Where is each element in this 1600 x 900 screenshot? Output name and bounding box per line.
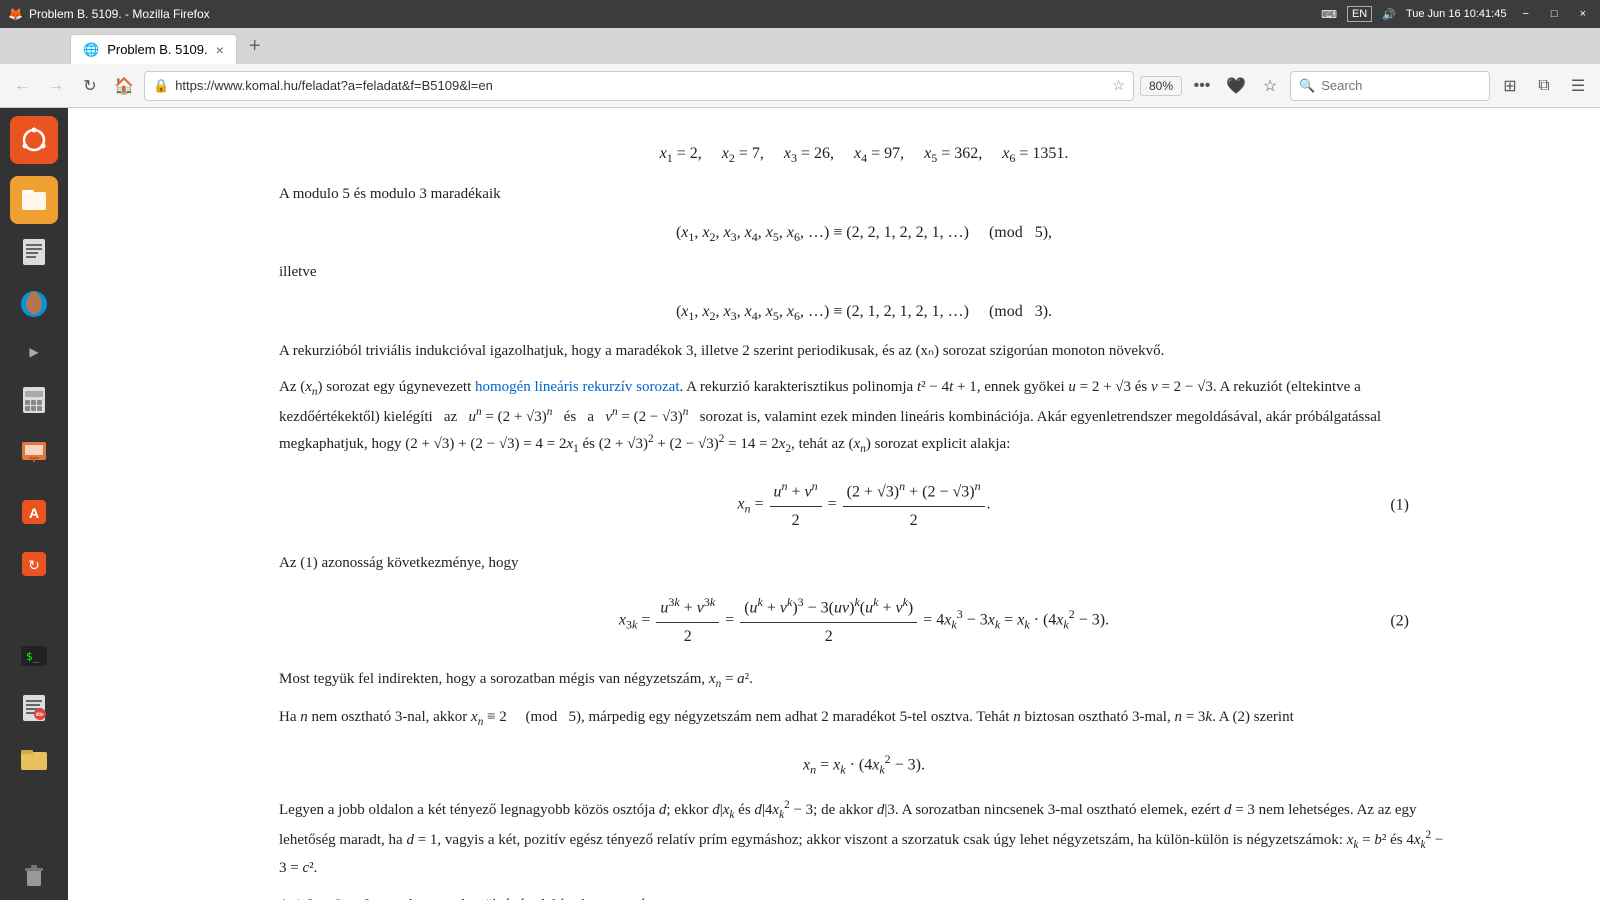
maximize-btn[interactable]: □ <box>1545 8 1564 20</box>
sidebar-view-btn[interactable]: ⊞ <box>1496 72 1524 100</box>
home-btn[interactable]: 🏠 <box>110 72 138 100</box>
bookmark-icon[interactable]: ☆ <box>1112 77 1125 94</box>
paragraph-3: A rekurzióból triviális indukcióval igaz… <box>279 338 1449 364</box>
content-inner: x1 = 2, x2 = 7, x3 = 26, x4 = 97, x5 = 3… <box>159 108 1509 900</box>
paragraph-illetve: illetve <box>279 259 1449 285</box>
main-layout: ▶ A <box>0 108 1600 900</box>
formula-xn-product: xn = xk · (4xk2 − 3). <box>279 749 1449 780</box>
paragraph-7: Ha n nem osztható 3-nal, akkor xn ≡ 2 (m… <box>279 704 1449 733</box>
svg-text:✏: ✏ <box>36 710 45 721</box>
sidebar: ▶ A <box>0 108 68 900</box>
sidebar-files-icon[interactable] <box>10 176 58 224</box>
link-homogen[interactable]: homogén lineáris rekurzív sorozat <box>475 379 680 395</box>
search-bar-container: 🔍 <box>1290 71 1490 101</box>
paragraph-1: A modulo 5 és modulo 3 maradékaik <box>279 181 1449 207</box>
reload-btn[interactable]: ↻ <box>76 72 104 100</box>
sidebar-expand-arrow[interactable]: ▶ <box>28 332 40 372</box>
tab-close-btn[interactable]: × <box>216 42 224 58</box>
close-btn[interactable]: × <box>1574 8 1592 20</box>
formula-mod3: (x1, x2, x3, x4, x5, x6, …) ≡ (2, 1, 2, … <box>279 298 1449 327</box>
sidebar-appstore-icon[interactable]: A <box>10 488 58 536</box>
tabbar: 🌐 Problem B. 5109. × + <box>0 28 1600 64</box>
back-btn[interactable]: ← <box>8 72 36 100</box>
lock-icon: 🔒 <box>153 78 169 94</box>
menu-btn[interactable]: ☰ <box>1564 72 1592 100</box>
forward-btn[interactable]: → <box>42 72 70 100</box>
lang-badge: EN <box>1347 6 1372 22</box>
sidebar-text-icon[interactable]: ✏ <box>10 684 58 732</box>
address-bar[interactable] <box>175 78 1106 93</box>
tab-label: Problem B. 5109. <box>107 42 207 57</box>
titlebar-left: 🦊 Problem B. 5109. - Mozilla Firefox <box>8 7 210 21</box>
tab-favicon: 🌐 <box>83 42 99 58</box>
titlebar: 🦊 Problem B. 5109. - Mozilla Firefox ⌨ E… <box>0 0 1600 28</box>
sidebar-terminal-icon[interactable]: $_ <box>10 632 58 680</box>
sidebar-writer-icon[interactable] <box>10 228 58 276</box>
keyboard-icon: ⌨ <box>1321 8 1337 21</box>
sidebar-firefox-icon[interactable] <box>10 280 58 328</box>
formula-xvalues: x1 = 2, x2 = 7, x3 = 26, x4 = 97, x5 = 3… <box>279 140 1449 169</box>
paragraph-9: A 4x²ₖ − 3 = c² egyenletet rendezzük át … <box>279 892 1449 900</box>
formula-2: x3k = u3k + v3k 2 = (uk + vk)3 − 3(uv)k(… <box>279 592 1449 650</box>
sidebar-calc-icon[interactable] <box>10 376 58 424</box>
sidebar-update-icon[interactable]: ↻ <box>10 540 58 588</box>
navbar: ← → ↻ 🏠 🔒 ☆ 80% ••• 🖤 ☆ 🔍 ⊞ ⧉ ☰ <box>0 64 1600 108</box>
titlebar-right: ⌨ EN 🔊 Tue Jun 16 10:41:45 − □ × <box>1321 6 1592 22</box>
paragraph-8: Legyen a jobb oldalon a két tényező legn… <box>279 796 1449 882</box>
svg-text:A: A <box>29 505 39 521</box>
active-tab[interactable]: 🌐 Problem B. 5109. × <box>70 34 237 64</box>
sidebar-file-manager-icon[interactable] <box>10 736 58 784</box>
more-btn[interactable]: ••• <box>1188 72 1216 100</box>
pocket-icon[interactable]: 🖤 <box>1222 72 1250 100</box>
svg-text:↻: ↻ <box>28 557 40 573</box>
datetime: Tue Jun 16 10:41:45 <box>1406 8 1507 20</box>
sidebar-impress-icon[interactable] <box>10 428 58 476</box>
new-tab-btn[interactable]: + <box>241 35 269 58</box>
zoom-badge: 80% <box>1140 76 1182 96</box>
volume-icon: 🔊 <box>1382 8 1396 21</box>
search-input[interactable] <box>1321 78 1481 93</box>
formula-1: xn = un + vn 2 = (2 + √3)n + (2 − √3)n 2… <box>279 476 1449 534</box>
svg-text:$_: $_ <box>26 650 40 663</box>
content-area[interactable]: x1 = 2, x2 = 7, x3 = 26, x4 = 97, x5 = 3… <box>68 108 1600 900</box>
sidebar-trash-icon[interactable] <box>10 852 58 900</box>
paragraph-4: Az (xn) sorozat egy úgynevezett homogén … <box>279 374 1449 460</box>
sidebar-ubuntu-icon[interactable] <box>10 116 58 164</box>
sidebar-arrow-container: ▶ <box>28 332 40 372</box>
star-icon[interactable]: ☆ <box>1256 72 1284 100</box>
address-bar-container: 🔒 ☆ <box>144 71 1134 101</box>
paragraph-6: Most tegyük fel indirekten, hogy a soroz… <box>279 666 1449 695</box>
split-view-btn[interactable]: ⧉ <box>1530 72 1558 100</box>
paragraph-5: Az (1) azonosság következménye, hogy <box>279 550 1449 576</box>
search-icon: 🔍 <box>1299 78 1315 94</box>
window-title: Problem B. 5109. - Mozilla Firefox <box>29 7 210 21</box>
minimize-btn[interactable]: − <box>1516 8 1534 20</box>
formula-mod5: (x1, x2, x3, x4, x5, x6, …) ≡ (2, 2, 1, … <box>279 219 1449 248</box>
browser-icon: 🦊 <box>8 7 23 21</box>
